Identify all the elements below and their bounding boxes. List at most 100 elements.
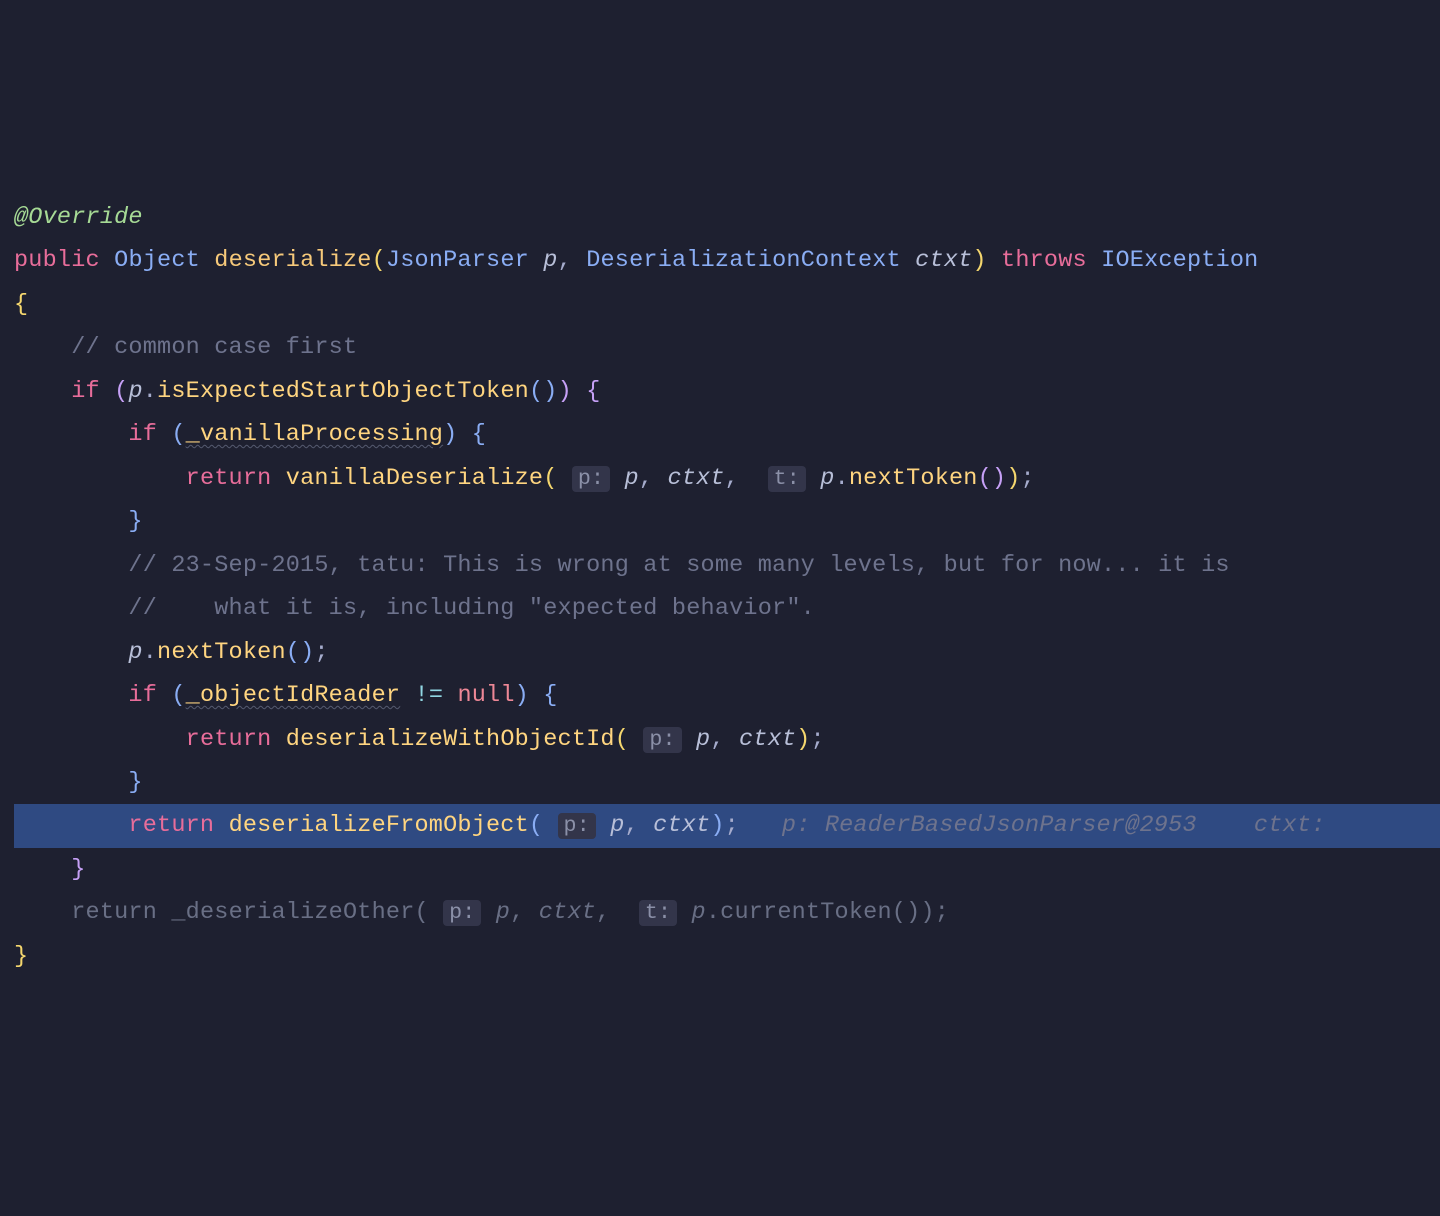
paren-close: ) (796, 726, 810, 753)
code-line[interactable]: } (14, 500, 1440, 543)
code-editor[interactable]: @Override public Object deserialize(JsonP… (14, 196, 1440, 978)
code-line[interactable]: return _deserializeOther( p: p, ctxt, t:… (14, 891, 1440, 934)
annotation: @Override (14, 204, 143, 231)
code-line[interactable]: return deserializeWithObjectId( p: p, ct… (14, 718, 1440, 761)
code-line[interactable]: } (14, 761, 1440, 804)
paren-open: ( (978, 465, 992, 492)
param-hint-p: p: (443, 900, 481, 926)
comma: , (510, 899, 524, 926)
paren-open: ( (171, 682, 185, 709)
paren-open: ( (286, 639, 300, 666)
comma: , (625, 812, 639, 839)
code-line[interactable]: return vanillaDeserialize( p: p, ctxt, t… (14, 457, 1440, 500)
dot: . (143, 378, 157, 405)
keyword-return-dim: return (71, 899, 157, 926)
paren-close: ) (443, 421, 457, 448)
semicolon: ; (935, 899, 949, 926)
comment: // common case first (71, 334, 357, 361)
dot: . (706, 899, 720, 926)
operator-neq: != (415, 682, 444, 709)
param-p: p (543, 247, 557, 274)
debug-hint-p: p: ReaderBasedJsonParser@2953 (782, 812, 1197, 839)
type-ioexception: IOException (1101, 247, 1258, 274)
comma: , (558, 247, 572, 274)
paren-open: ( (114, 378, 128, 405)
arg-ctxt: ctxt (653, 812, 710, 839)
identifier: _vanillaProcessing (186, 421, 443, 448)
param-hint-p: p: (572, 466, 610, 492)
brace-close: } (128, 769, 142, 796)
arg-p: p (625, 465, 639, 492)
keyword-null: null (457, 682, 514, 709)
dot: . (143, 639, 157, 666)
keyword-return: return (128, 812, 214, 839)
comma: , (596, 899, 610, 926)
type-context: DeserializationContext (586, 247, 901, 274)
brace-open: { (14, 291, 28, 318)
method-call: nextToken (849, 465, 978, 492)
param-hint-t: t: (639, 900, 677, 926)
arg-p: p (820, 465, 834, 492)
keyword-public: public (14, 247, 100, 274)
code-line[interactable]: p.nextToken(); (14, 631, 1440, 674)
paren-open: ( (372, 247, 386, 274)
method-call: nextToken (157, 639, 286, 666)
code-line[interactable]: if (_objectIdReader != null) { (14, 674, 1440, 717)
paren-close: ) (543, 378, 557, 405)
comma: , (725, 465, 739, 492)
keyword-throws: throws (1001, 247, 1087, 274)
param-hint-p: p: (558, 813, 596, 839)
keyword-if: if (71, 378, 100, 405)
code-line[interactable]: { (14, 283, 1440, 326)
code-line[interactable]: // common case first (14, 326, 1440, 369)
semicolon: ; (725, 812, 739, 839)
brace-open: { (543, 682, 557, 709)
code-line-highlighted[interactable]: return deserializeFromObject( p: p, ctxt… (14, 804, 1440, 847)
identifier: _objectIdReader (186, 682, 401, 709)
code-line[interactable]: // 23-Sep-2015, tatu: This is wrong at s… (14, 544, 1440, 587)
brace-open: { (586, 378, 600, 405)
type-object: Object (114, 247, 200, 274)
brace-close: } (128, 508, 142, 535)
paren-close: ) (558, 378, 572, 405)
code-line[interactable]: } (14, 848, 1440, 891)
var-p: p (128, 639, 142, 666)
param-ctxt: ctxt (915, 247, 972, 274)
keyword-if: if (128, 682, 157, 709)
keyword-return: return (186, 726, 272, 753)
type-jsonparser: JsonParser (386, 247, 529, 274)
method-call: deserializeFromObject (229, 812, 529, 839)
method-call: vanillaDeserialize (286, 465, 543, 492)
paren-open: ( (171, 421, 185, 448)
code-line[interactable]: } (14, 935, 1440, 978)
method-call: deserializeWithObjectId (286, 726, 615, 753)
semicolon: ; (314, 639, 328, 666)
code-line[interactable]: // what it is, including "expected behav… (14, 587, 1440, 630)
arg-p: p (610, 812, 624, 839)
paren-close: ) (1006, 465, 1020, 492)
semicolon: ; (1021, 465, 1035, 492)
code-line[interactable]: public Object deserialize(JsonParser p, … (14, 239, 1440, 282)
var-p: p (128, 378, 142, 405)
paren-close: ) (300, 639, 314, 666)
code-line[interactable]: if (p.isExpectedStartObjectToken()) { (14, 370, 1440, 413)
method-call-dim: currentToken (720, 899, 892, 926)
arg-ctxt: ctxt (739, 726, 796, 753)
arg-p: p (696, 726, 710, 753)
arg-p: p (496, 899, 510, 926)
brace-open: { (472, 421, 486, 448)
brace-close: } (14, 943, 28, 970)
code-line[interactable]: @Override (14, 196, 1440, 239)
paren-close: ) (920, 899, 934, 926)
param-hint-t: t: (768, 466, 806, 492)
paren-open: ( (529, 812, 543, 839)
semicolon: ; (810, 726, 824, 753)
code-line[interactable]: if (_vanillaProcessing) { (14, 413, 1440, 456)
paren-close: ) (992, 465, 1006, 492)
method-call-dim: _deserializeOther (171, 899, 414, 926)
comma: , (710, 726, 724, 753)
paren-close: ) (710, 812, 724, 839)
param-hint-p: p: (643, 727, 681, 753)
arg-p: p (692, 899, 706, 926)
debug-hint-ctxt: ctxt: (1254, 812, 1326, 839)
